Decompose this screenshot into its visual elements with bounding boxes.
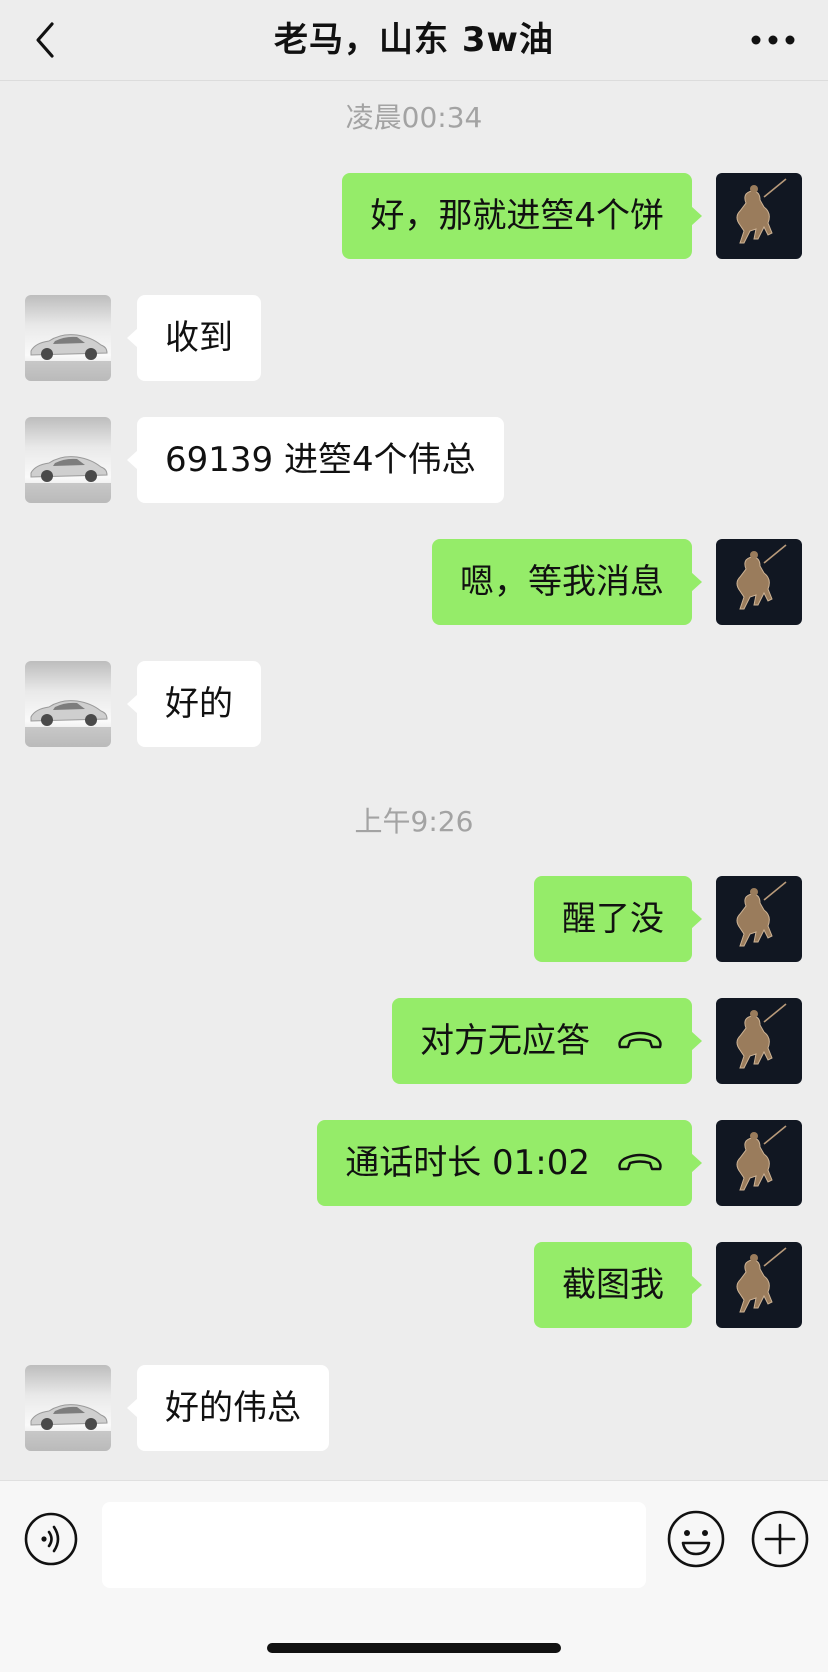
message-text: 对方无应答 bbox=[420, 1021, 590, 1061]
my-avatar[interactable] bbox=[716, 173, 802, 259]
phone-hangup-icon bbox=[616, 1119, 664, 1205]
message-text: 通话时长 01:02 bbox=[345, 1143, 590, 1183]
message-input[interactable] bbox=[102, 1502, 646, 1588]
message-bubble-sent[interactable]: 醒了没 bbox=[534, 876, 702, 962]
voice-icon[interactable] bbox=[23, 1511, 79, 1567]
message-text: 好，那就进箜4个饼 bbox=[370, 196, 664, 236]
home-indicator bbox=[267, 1643, 561, 1653]
message-text: 好的伟总 bbox=[165, 1388, 301, 1428]
timestamp: 凌晨00:34 bbox=[345, 101, 483, 134]
my-avatar[interactable] bbox=[716, 998, 802, 1084]
message-text: 收到 bbox=[165, 318, 233, 358]
message-text: 69139 进箜4个伟总 bbox=[165, 440, 476, 480]
my-avatar[interactable] bbox=[716, 1120, 802, 1206]
my-avatar[interactable] bbox=[716, 539, 802, 625]
chat-header: 老马，山东 3w油 bbox=[0, 0, 828, 81]
phone-hangup-icon bbox=[616, 997, 664, 1083]
message-bubble-received[interactable]: 收到 bbox=[127, 295, 261, 381]
message-text: 截图我 bbox=[562, 1265, 664, 1305]
message-bubble-received[interactable]: 69139 进箜4个伟总 bbox=[127, 417, 504, 503]
call-record-bubble[interactable]: 对方无应答 bbox=[392, 997, 702, 1084]
message-bubble-sent[interactable]: 嗯，等我消息 bbox=[432, 539, 702, 625]
timestamp: 上午9:26 bbox=[354, 805, 474, 838]
message-text: 好的 bbox=[165, 684, 233, 724]
message-bubble-sent[interactable]: 截图我 bbox=[534, 1242, 702, 1328]
my-avatar[interactable] bbox=[716, 876, 802, 962]
message-bubble-sent[interactable]: 好，那就进箜4个饼 bbox=[342, 173, 702, 259]
plus-icon[interactable] bbox=[749, 1508, 811, 1570]
message-bubble-received[interactable]: 好的伟总 bbox=[127, 1365, 329, 1451]
contact-avatar[interactable] bbox=[25, 661, 111, 747]
message-bubble-received[interactable]: 好的 bbox=[127, 661, 261, 747]
contact-avatar[interactable] bbox=[25, 417, 111, 503]
more-dots-icon[interactable] bbox=[748, 20, 798, 60]
chat-title: 老马，山东 3w油 bbox=[274, 20, 554, 60]
message-text: 醒了没 bbox=[562, 899, 664, 939]
contact-avatar[interactable] bbox=[25, 295, 111, 381]
emoji-icon[interactable] bbox=[665, 1508, 727, 1570]
message-text: 嗯，等我消息 bbox=[460, 562, 664, 602]
contact-avatar[interactable] bbox=[25, 1365, 111, 1451]
my-avatar[interactable] bbox=[716, 1242, 802, 1328]
call-record-bubble[interactable]: 通话时长 01:02 bbox=[317, 1119, 702, 1206]
